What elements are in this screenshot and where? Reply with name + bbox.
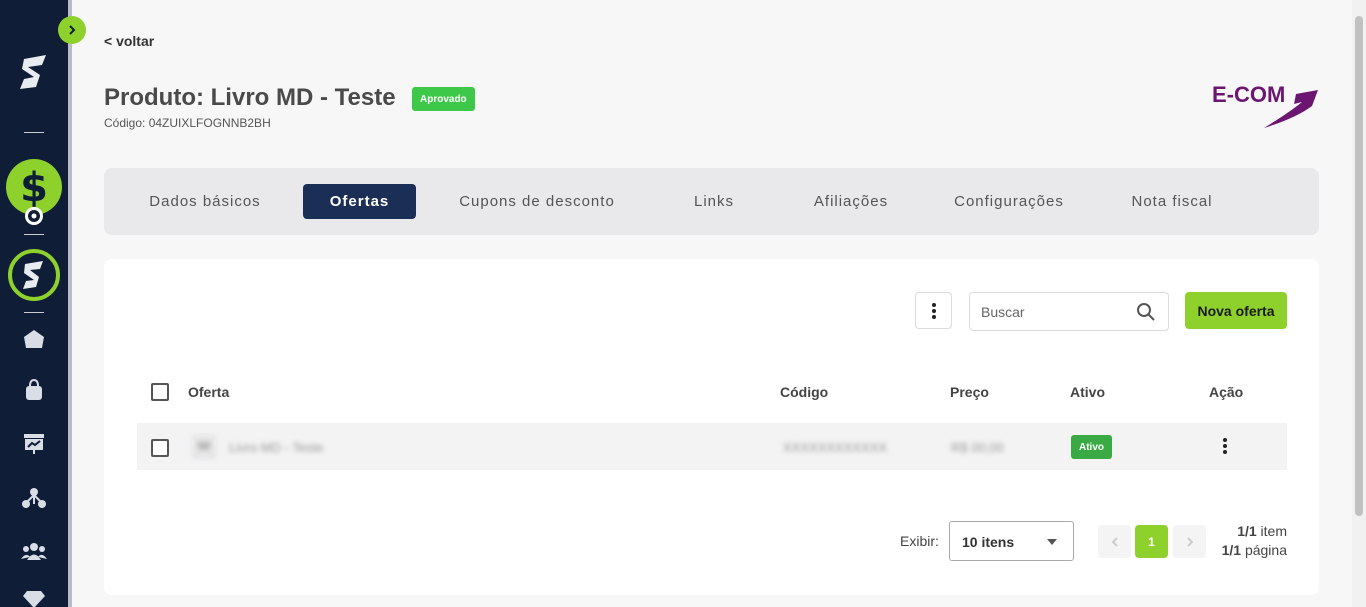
- chevron-right-icon: [69, 25, 76, 35]
- tab-links[interactable]: Links: [682, 184, 746, 219]
- offer-cart-icon: [192, 435, 216, 462]
- next-page-button[interactable]: [1173, 525, 1206, 558]
- offer-code: XXXXXXXXXXXX: [783, 440, 888, 455]
- page-title: Produto: Livro MD - Teste: [104, 84, 396, 111]
- brand-logo: E-COM: [1206, 80, 1326, 132]
- caret-down-icon: [1047, 539, 1057, 545]
- table-row[interactable]: Livro MD - Teste XXXXXXXXXXXX R$ 00,00 A…: [137, 423, 1287, 470]
- sidebar-toggle-button[interactable]: [58, 16, 86, 44]
- kebab-icon: [1223, 438, 1227, 454]
- items-count: 1/1 item: [1237, 523, 1287, 539]
- network-icon[interactable]: [0, 486, 68, 510]
- tab-ofertas[interactable]: Ofertas: [303, 184, 416, 219]
- page-size-select[interactable]: 10 itens: [949, 521, 1074, 561]
- tab-dados-basicos[interactable]: Dados básicos: [144, 184, 266, 219]
- offer-name: Livro MD - Teste: [229, 440, 324, 455]
- page-1-button[interactable]: 1: [1135, 525, 1168, 558]
- column-header-oferta[interactable]: Oferta: [188, 384, 229, 400]
- tabs-bar: Dados básicos Ofertas Cupons de desconto…: [104, 168, 1319, 235]
- chevron-right-icon: [1186, 536, 1193, 547]
- search-input[interactable]: [981, 293, 1131, 330]
- back-link[interactable]: < voltar: [104, 33, 154, 49]
- pages-count-value: 1/1: [1221, 542, 1242, 558]
- tab-cupons-de-desconto[interactable]: Cupons de desconto: [452, 184, 622, 219]
- kebab-icon: [931, 302, 936, 319]
- tab-afiliacoes[interactable]: Afiliações: [804, 184, 898, 219]
- chevron-left-icon: [1111, 536, 1118, 547]
- column-header-preco[interactable]: Preço: [950, 384, 989, 400]
- row-actions-button[interactable]: [1215, 436, 1235, 456]
- gear-icon[interactable]: [0, 205, 68, 227]
- app-logo-icon[interactable]: [0, 50, 68, 94]
- profile-logo-icon[interactable]: [0, 247, 68, 303]
- product-code: Código: 04ZUIXLFOGNNB2BH: [104, 116, 271, 130]
- dashboard-chart-icon[interactable]: [0, 431, 68, 455]
- shopping-bag-icon[interactable]: [0, 378, 68, 402]
- sidebar-divider: [24, 312, 44, 313]
- search-icon[interactable]: [1136, 302, 1156, 322]
- status-badge: Aprovado: [412, 87, 475, 111]
- page-size-label: Exibir:: [900, 533, 939, 549]
- sidebar-divider: [24, 132, 44, 133]
- search-box: [969, 292, 1169, 331]
- row-checkbox[interactable]: [151, 439, 169, 457]
- offers-card: Nova oferta Oferta Código Preço Ativo Aç…: [104, 259, 1319, 595]
- column-header-codigo[interactable]: Código: [780, 384, 828, 400]
- active-badge: Ativo: [1071, 435, 1112, 459]
- sidebar-divider: [24, 234, 44, 235]
- tab-configuracoes[interactable]: Configurações: [946, 184, 1072, 219]
- column-header-ativo[interactable]: Ativo: [1070, 384, 1105, 400]
- page-size-value: 10 itens: [962, 534, 1015, 550]
- column-header-acao: Ação: [1209, 384, 1244, 400]
- select-all-checkbox[interactable]: [151, 383, 169, 401]
- offer-price: R$ 00,00: [951, 440, 1004, 455]
- pages-count-word: página: [1244, 542, 1287, 558]
- diamond-icon[interactable]: [0, 588, 68, 607]
- items-count-value: 1/1: [1237, 523, 1257, 539]
- scrollbar-thumb[interactable]: [1355, 16, 1363, 516]
- prev-page-button[interactable]: [1098, 525, 1131, 558]
- pages-count: 1/1 página: [1222, 542, 1287, 558]
- page-scrollbar[interactable]: [1352, 0, 1366, 607]
- more-options-button[interactable]: [915, 292, 952, 329]
- new-offer-button[interactable]: Nova oferta: [1185, 292, 1287, 329]
- tab-nota-fiscal[interactable]: Nota fiscal: [1122, 184, 1222, 219]
- home-icon[interactable]: [0, 327, 68, 351]
- sidebar: $: [0, 0, 68, 607]
- sidebar-edge: [68, 0, 72, 607]
- brand-logo-text: E-COM: [1212, 82, 1285, 107]
- items-count-word: item: [1260, 523, 1287, 539]
- users-icon[interactable]: [0, 539, 68, 563]
